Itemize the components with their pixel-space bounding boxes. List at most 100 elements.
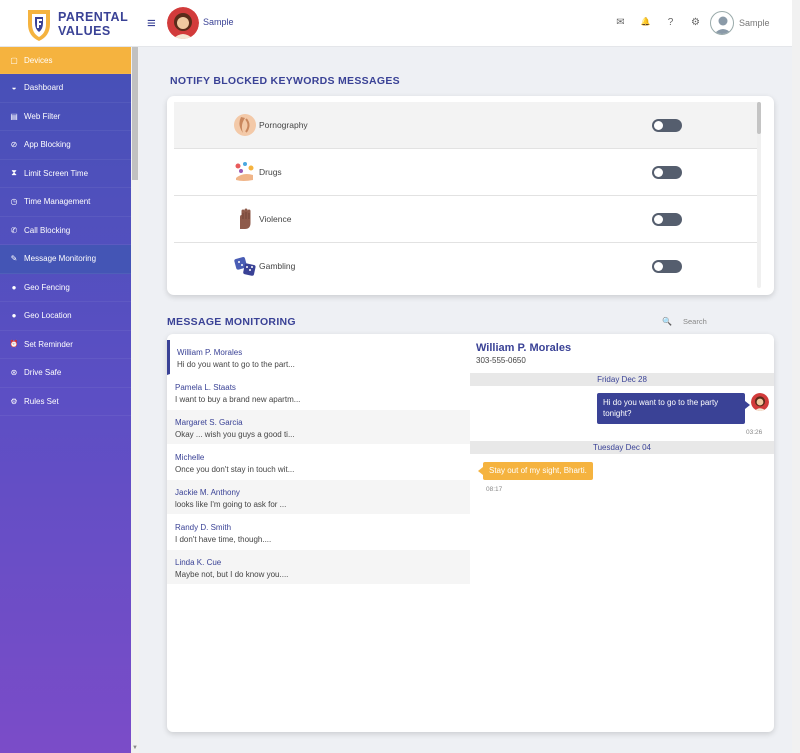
sidebar-item-label: Call Blocking bbox=[24, 225, 71, 235]
contact-item-margaret[interactable]: Margaret S. Garcia Okay ... wish you guy… bbox=[167, 410, 470, 445]
sidebar-item-set-reminder[interactable]: ⏰ Set Reminder bbox=[0, 331, 131, 359]
sidebar-item-label: Set Reminder bbox=[24, 339, 73, 349]
brand-line-1: PARENTAL bbox=[58, 10, 129, 24]
sidebar-item-label: Rules Set bbox=[24, 396, 59, 406]
sidebar-item-label: Message Monitoring bbox=[24, 254, 97, 264]
device-icon: ▢ bbox=[10, 55, 18, 65]
mail-icon[interactable]: ✉ bbox=[608, 17, 633, 28]
keyword-row-violence: Violence bbox=[174, 196, 759, 243]
user-name[interactable]: Sample bbox=[739, 18, 770, 28]
sidebar-item-label: Devices bbox=[24, 55, 53, 65]
sidebar-scrollbar[interactable]: ▼ bbox=[131, 47, 139, 753]
avatar-icon bbox=[751, 393, 769, 411]
sidebar-item-label: App Blocking bbox=[24, 140, 71, 150]
keyword-label: Gambling bbox=[259, 261, 296, 271]
keywords-scroll-thumb[interactable] bbox=[757, 102, 761, 134]
contact-preview: Maybe not, but I do know you.... bbox=[175, 570, 289, 579]
sidebar-item-label: Dashboard bbox=[24, 83, 64, 93]
keywords-card: Pornography Drugs Violence Gambling bbox=[167, 96, 774, 295]
message-avatar bbox=[751, 393, 769, 411]
violence-hand-icon bbox=[240, 208, 251, 229]
sidebar-item-app-blocking[interactable]: ⊘ App Blocking bbox=[0, 131, 131, 160]
contact-name: Linda K. Cue bbox=[175, 558, 222, 567]
sidebar-item-label: Drive Safe bbox=[24, 368, 62, 378]
sidebar-item-drive-safe[interactable]: ⊛ Drive Safe bbox=[0, 359, 131, 388]
message-time: 08:17 bbox=[486, 486, 503, 493]
keyword-row-drugs: Drugs bbox=[174, 149, 759, 196]
sidebar-item-time-management[interactable]: ◷ Time Management bbox=[0, 188, 131, 217]
date-separator: Friday Dec 28 bbox=[470, 373, 774, 386]
alarm-icon: ⏰ bbox=[9, 341, 19, 349]
contact-name: Michelle bbox=[175, 453, 205, 462]
contact-preview: Once you don't stay in touch wit... bbox=[175, 465, 295, 474]
monitoring-section-title: MESSAGE MONITORING bbox=[167, 316, 296, 328]
contact-item-pamela[interactable]: Pamela L. Staats I want to buy a brand n… bbox=[167, 375, 470, 410]
pornography-toggle[interactable] bbox=[652, 119, 682, 132]
sidebar-item-web-filter[interactable]: ▤ Web Filter bbox=[0, 103, 131, 131]
keyword-label: Pornography bbox=[259, 120, 308, 130]
sidebar-item-label: Web Filter bbox=[24, 111, 61, 121]
keyword-row-pornography: Pornography bbox=[174, 102, 759, 149]
chat-contact-name: William P. Morales bbox=[476, 342, 572, 354]
sidebar-item-label: Time Management bbox=[24, 197, 91, 207]
keyword-row-gambling: Gambling bbox=[174, 243, 759, 290]
pornography-icon bbox=[234, 114, 256, 136]
page-scrollbar[interactable] bbox=[792, 0, 800, 753]
location-pin-icon: ● bbox=[11, 311, 17, 321]
profile-avatar[interactable] bbox=[167, 7, 199, 39]
contact-name: William P. Morales bbox=[177, 348, 243, 357]
dice-icon bbox=[234, 257, 256, 276]
contact-preview: Okay ... wish you guys a good ti... bbox=[175, 430, 295, 439]
sidebar-item-geo-location[interactable]: ● Geo Location bbox=[0, 302, 131, 331]
contact-item-michelle[interactable]: Michelle Once you don't stay in touch wi… bbox=[167, 445, 470, 480]
contact-preview: I don't have time, though.... bbox=[175, 535, 272, 544]
outgoing-message: Hi do you want to go to the party tonigh… bbox=[597, 393, 750, 424]
incoming-message: Stay out of my sight, Bharti. bbox=[478, 462, 593, 480]
sidebar-item-message-monitoring[interactable]: ✎ Message Monitoring bbox=[0, 245, 131, 274]
gear-icon[interactable]: ⚙ bbox=[683, 17, 708, 28]
contact-item-randy[interactable]: Randy D. Smith I don't have time, though… bbox=[167, 515, 470, 550]
sidebar-item-label: Geo Fencing bbox=[24, 282, 70, 292]
drugs-toggle[interactable] bbox=[652, 166, 682, 179]
contact-list: William P. Morales Hi do you want to go … bbox=[167, 340, 470, 585]
keyword-label: Violence bbox=[259, 214, 292, 224]
contact-name: Pamela L. Staats bbox=[175, 383, 236, 392]
violence-toggle[interactable] bbox=[652, 213, 682, 226]
contact-item-linda[interactable]: Linda K. Cue Maybe not, but I do know yo… bbox=[167, 550, 470, 585]
gambling-toggle[interactable] bbox=[652, 260, 682, 273]
keywords-section-title: NOTIFY BLOCKED KEYWORDS MESSAGES bbox=[170, 75, 400, 87]
sidebar-item-devices[interactable]: ▢ Devices bbox=[0, 47, 131, 74]
user-avatar-icon[interactable] bbox=[710, 11, 734, 35]
drugs-icon bbox=[235, 162, 254, 181]
sidebar-item-label: Geo Location bbox=[24, 311, 72, 321]
steering-icon: ⊛ bbox=[10, 368, 18, 378]
chat-pane: William P. Morales 303-555-0650 Friday D… bbox=[470, 334, 774, 732]
search-icon[interactable]: 🔍 bbox=[662, 317, 672, 326]
sidebar-item-call-blocking[interactable]: ✆ Call Blocking bbox=[0, 217, 131, 245]
sidebar-item-rules-set[interactable]: ⚙ Rules Set bbox=[0, 388, 131, 416]
top-bar: PARENTAL VALUES ≡ Sample ✉ 🔔 ? ⚙ Sample bbox=[0, 0, 800, 47]
sidebar-scroll-thumb[interactable] bbox=[132, 47, 138, 180]
search-input[interactable] bbox=[683, 313, 771, 329]
phone-icon: ✆ bbox=[10, 225, 18, 235]
profile-name[interactable]: Sample bbox=[203, 17, 234, 27]
chat-contact-phone: 303-555-0650 bbox=[476, 356, 526, 365]
sidebar-item-geo-fencing[interactable]: ● Geo Fencing bbox=[0, 274, 131, 302]
brand-line-2: VALUES bbox=[58, 24, 111, 38]
hamburger-icon[interactable]: ≡ bbox=[147, 15, 156, 32]
scroll-down-arrow-icon[interactable]: ▼ bbox=[131, 745, 139, 751]
logo[interactable]: PARENTAL VALUES bbox=[26, 8, 129, 44]
contact-item-jackie[interactable]: Jackie M. Anthony looks like I'm going t… bbox=[167, 480, 470, 515]
sidebar-item-label: Limit Screen Time bbox=[24, 168, 89, 178]
contact-item-william[interactable]: William P. Morales Hi do you want to go … bbox=[167, 340, 470, 375]
contact-name: Margaret S. Garcia bbox=[175, 418, 243, 427]
clock-icon: ◷ bbox=[10, 197, 18, 207]
sidebar: ▢ Devices ◒ Dashboard ▤ Web Filter ⊘ App Blo… bbox=[0, 47, 131, 753]
help-icon[interactable]: ? bbox=[658, 17, 683, 28]
contact-name: Randy D. Smith bbox=[175, 523, 232, 532]
sidebar-item-dashboard[interactable]: ◒ Dashboard bbox=[0, 74, 131, 103]
contact-name: Jackie M. Anthony bbox=[175, 488, 240, 497]
bell-icon[interactable]: 🔔 bbox=[633, 17, 658, 28]
message-panel: William P. Morales Hi do you want to go … bbox=[167, 334, 774, 732]
sidebar-item-limit-screen-time[interactable]: ⧗ Limit Screen Time bbox=[0, 160, 131, 188]
